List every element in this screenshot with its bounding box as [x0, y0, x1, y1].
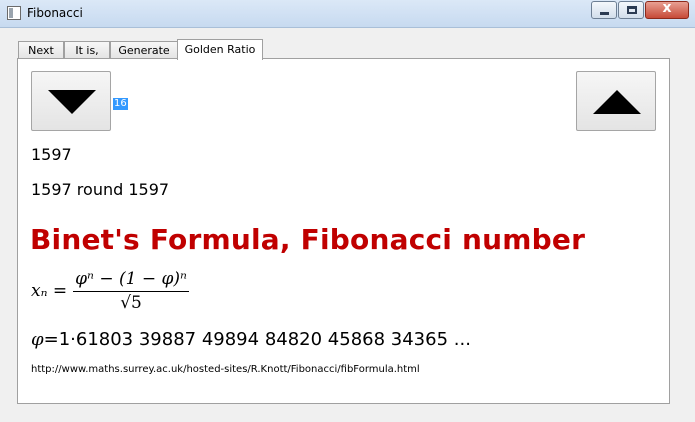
decrement-button[interactable]: [31, 71, 111, 131]
tab-generate[interactable]: Generate: [110, 41, 178, 59]
phi-value: φ=1·61803 39887 49894 84820 45868 34365 …: [31, 329, 471, 350]
phi-symbol: φ: [31, 329, 44, 350]
formula-numerator: φⁿ − (1 − φ)ⁿ: [73, 269, 189, 292]
formula-lhs: xₙ =: [31, 281, 68, 301]
fibonacci-value: 1597: [31, 145, 72, 164]
app-icon: [7, 6, 21, 20]
close-icon: x: [662, 0, 672, 16]
window-title: Fibonacci: [27, 6, 83, 20]
golden-ratio-panel: 16 1597 1597 round 1597 Binet's Formula,…: [17, 58, 670, 404]
round-result: 1597 round 1597: [31, 180, 170, 199]
formula-denominator: √5: [120, 293, 142, 313]
binet-formula: xₙ = φⁿ − (1 − φ)ⁿ √5: [31, 264, 189, 318]
title-bar: Fibonacci x: [0, 0, 695, 28]
window-controls: x: [590, 0, 689, 21]
formula-heading: Binet's Formula, Fibonacci number: [30, 223, 586, 256]
phi-digits: =1·61803 39887 49894 84820 45868 34365 .…: [43, 329, 471, 350]
maximize-button[interactable]: [618, 1, 644, 19]
triangle-up-icon: [593, 90, 641, 114]
increment-button[interactable]: [576, 71, 656, 131]
tab-it-is[interactable]: It is,: [64, 41, 110, 59]
tab-golden-ratio[interactable]: Golden Ratio: [177, 39, 263, 60]
reference-url: http://www.maths.surrey.ac.uk/hosted-sit…: [31, 364, 420, 375]
triangle-down-icon: [48, 90, 96, 114]
n-value[interactable]: 16: [113, 98, 128, 110]
minimize-icon: [600, 12, 609, 15]
tab-next[interactable]: Next: [18, 41, 64, 59]
maximize-icon: [627, 6, 637, 14]
minimize-button[interactable]: [591, 1, 617, 19]
close-button[interactable]: x: [645, 0, 689, 19]
formula-fraction: φⁿ − (1 − φ)ⁿ √5: [73, 269, 189, 313]
